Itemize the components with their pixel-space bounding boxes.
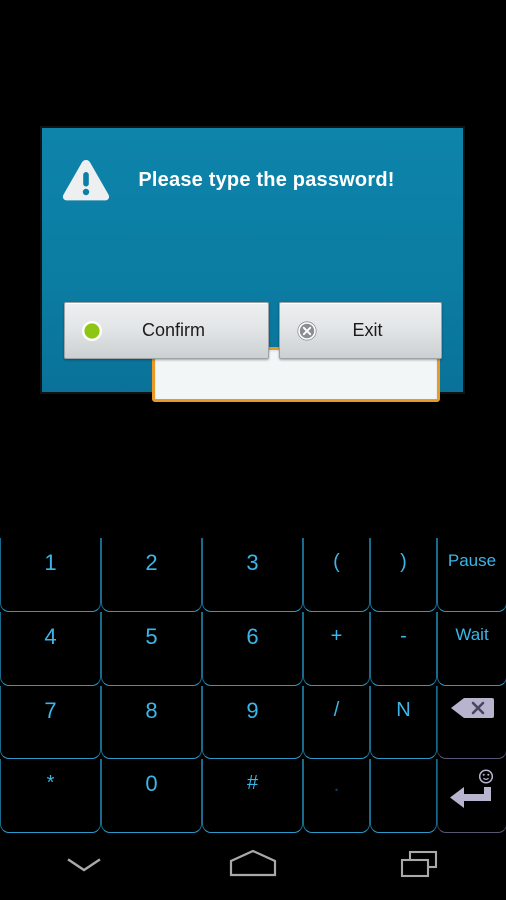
key-hash-label: #	[246, 772, 259, 795]
password-dialog: Please type the password! Confirm Exit	[40, 126, 465, 402]
key-plus-label: +	[330, 624, 343, 647]
key-5-label: 5	[145, 623, 158, 649]
key-paren-open[interactable]: (	[303, 538, 370, 612]
key-9-label: 9	[246, 697, 259, 723]
key-3-label: 3	[246, 550, 259, 575]
key-5[interactable]: 5	[101, 611, 202, 686]
dialog-button-row: Confirm Exit	[42, 302, 463, 359]
close-circle-icon	[296, 320, 318, 342]
dialog-title: Please type the password!	[138, 168, 395, 191]
dialog-header: Please type the password!	[42, 152, 463, 208]
chevron-down-icon	[61, 851, 107, 882]
android-navigation-bar	[0, 833, 506, 900]
keyboard-row: 7 8 9 / N	[0, 685, 506, 760]
key-wait-label: Wait	[455, 624, 489, 644]
home-icon	[225, 847, 281, 886]
enter-icon	[447, 769, 497, 821]
nav-recents-button[interactable]	[337, 833, 506, 900]
key-paren-close-label: )	[400, 551, 407, 573]
key-period-label: .	[333, 771, 340, 797]
key-0-label: 0	[145, 771, 158, 797]
key-plus[interactable]: +	[303, 611, 370, 686]
key-n-label: N	[396, 698, 411, 721]
green-dot-icon	[81, 320, 103, 342]
key-4-label: 4	[44, 623, 57, 649]
confirm-button[interactable]: Confirm	[64, 302, 269, 359]
key-pause[interactable]: Pause	[437, 538, 506, 612]
key-7[interactable]: 7	[0, 685, 101, 760]
warning-triangle-icon	[60, 156, 112, 204]
key-wait[interactable]: Wait	[437, 611, 506, 686]
recents-icon	[396, 847, 448, 886]
key-9[interactable]: 9	[202, 685, 303, 760]
key-8[interactable]: 8	[101, 685, 202, 760]
key-4[interactable]: 4	[0, 611, 101, 686]
key-n[interactable]: N	[370, 685, 437, 760]
key-1[interactable]: 1	[0, 538, 101, 612]
key-hash[interactable]: #	[202, 759, 303, 833]
key-backspace[interactable]	[437, 685, 506, 760]
key-slash-label: /	[333, 698, 340, 721]
key-period[interactable]: .	[303, 759, 370, 833]
key-enter[interactable]	[437, 759, 506, 833]
key-paren-open-label: (	[333, 551, 340, 573]
keyboard-row: 4 5 6 + - Wait	[0, 611, 506, 686]
key-0[interactable]: 0	[101, 759, 202, 833]
key-slash[interactable]: /	[303, 685, 370, 760]
nav-home-button[interactable]	[169, 833, 338, 900]
backspace-icon	[449, 696, 495, 726]
dialog-body: Please type the password! Confirm Exit	[42, 128, 463, 402]
key-6-label: 6	[246, 623, 259, 649]
key-minus[interactable]: -	[370, 611, 437, 686]
key-3[interactable]: 3	[202, 538, 303, 612]
key-2[interactable]: 2	[101, 538, 202, 612]
key-8-label: 8	[145, 697, 158, 723]
key-blank	[370, 759, 437, 833]
key-6[interactable]: 6	[202, 611, 303, 686]
key-7-label: 7	[44, 697, 57, 723]
numeric-keyboard: 1 2 3 () Pause 4 5 6 + - Wait 7 8 9 / N * 0 #.	[0, 538, 506, 833]
key-asterisk[interactable]: *	[0, 759, 101, 833]
key-minus-label: -	[400, 624, 407, 647]
key-2-label: 2	[145, 550, 158, 575]
keyboard-row: * 0 #.	[0, 759, 506, 833]
key-paren-close[interactable]: )	[370, 538, 437, 612]
key-1-label: 1	[44, 550, 57, 575]
nav-hide-keyboard-button[interactable]	[0, 833, 169, 900]
key-pause-label: Pause	[447, 551, 497, 570]
exit-button[interactable]: Exit	[279, 302, 442, 359]
keyboard-row: 1 2 3 () Pause	[0, 538, 506, 612]
key-asterisk-label: *	[46, 772, 55, 795]
phone-screen: Please type the password! Confirm Exit 1…	[0, 0, 506, 900]
